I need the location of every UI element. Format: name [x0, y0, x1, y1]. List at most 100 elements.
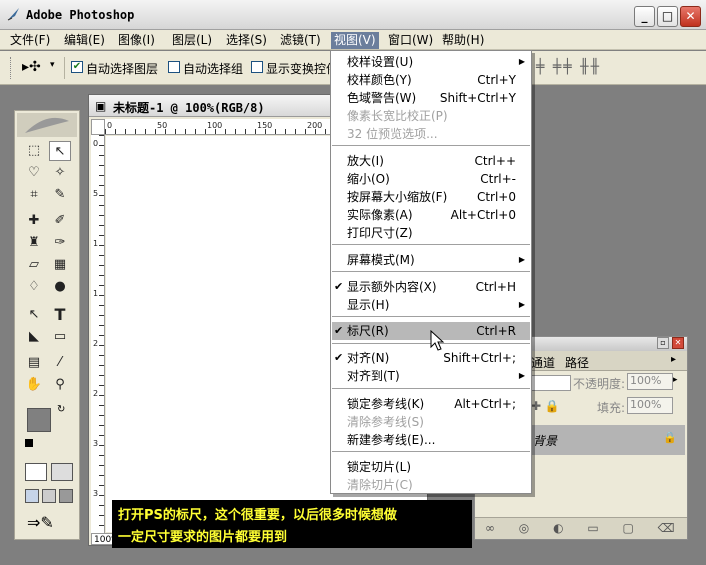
minimize-button[interactable]: _: [634, 6, 655, 27]
screen-mode-standard[interactable]: [25, 489, 39, 503]
menu-select[interactable]: 选择(S): [223, 32, 270, 49]
tab-channels[interactable]: 通道: [531, 354, 555, 371]
move-tool-icon[interactable]: ▸✣: [22, 59, 41, 75]
divider: [64, 57, 65, 79]
lasso-tool-icon[interactable]: ♡: [23, 163, 45, 183]
menu-gamut-warning[interactable]: 色域警告(W) Shift+Ctrl+Y: [332, 89, 530, 107]
menu-window[interactable]: 窗口(W): [385, 32, 436, 49]
menu-zoom-in[interactable]: 放大(I) Ctrl++: [332, 152, 530, 170]
photoshop-feather-icon: [7, 8, 19, 21]
annotation-line-2: 一定尺寸要求的图片都要用到: [118, 530, 288, 545]
menu-clear-guides: 清除参考线(S): [347, 415, 424, 429]
pen-tool-icon[interactable]: ◣: [23, 327, 45, 347]
menu-fit-screen[interactable]: 按屏幕大小缩放(F) Ctrl+0: [332, 188, 530, 206]
menu-screen-mode[interactable]: 屏幕模式(M) ▶: [332, 251, 530, 269]
zoom-tool-icon[interactable]: ⚲: [49, 375, 71, 395]
dodge-tool-icon[interactable]: ●: [49, 277, 71, 297]
document-title: 未标题-1 @ 100%(RGB/8): [113, 101, 265, 115]
swap-colors-icon[interactable]: ↻: [57, 404, 65, 415]
menu-show[interactable]: 显示(H) ▶: [332, 296, 530, 314]
menu-file[interactable]: 文件(F): [7, 32, 53, 49]
screen-mode-full-menu[interactable]: [42, 489, 56, 503]
menu-image[interactable]: 图像(I): [115, 32, 158, 49]
notes-tool-icon[interactable]: ▤: [23, 353, 45, 373]
crop-tool-icon[interactable]: ⌗: [23, 185, 45, 205]
imageready-jump-icon[interactable]: ⇒✎: [27, 513, 54, 532]
history-brush-icon[interactable]: ✑: [49, 233, 71, 253]
ruler-tick-label: 1: [93, 289, 99, 298]
panel-minimize-button[interactable]: ▫: [657, 337, 669, 349]
menu-zoom-out[interactable]: 缩小(O) Ctrl+-: [332, 170, 530, 188]
ruler-tick-label: 0: [93, 139, 99, 148]
menu-actual-pixels[interactable]: 实际像素(A) Alt+Ctrl+0: [332, 206, 530, 224]
blur-tool-icon[interactable]: ♢: [23, 277, 45, 297]
menu-extras[interactable]: ✔ 显示额外内容(X) Ctrl+H: [332, 278, 530, 296]
grip-handle[interactable]: [10, 57, 12, 79]
menu-edit[interactable]: 编辑(E): [61, 32, 108, 49]
eraser-tool-icon[interactable]: ▱: [23, 255, 45, 275]
screen-mode-full[interactable]: [59, 489, 73, 503]
magic-wand-icon[interactable]: ✧: [49, 163, 71, 183]
default-colors-icon[interactable]: [25, 439, 33, 447]
standard-mode-button[interactable]: [25, 463, 47, 481]
chevron-down-icon[interactable]: ▾: [50, 60, 55, 70]
move-tool-icon[interactable]: ↖: [49, 141, 71, 161]
menu-proof-colors[interactable]: 校样颜色(Y) Ctrl+Y: [332, 71, 530, 89]
menu-separator: [332, 244, 530, 245]
slice-tool-icon[interactable]: ✎: [49, 185, 71, 205]
menu-separator: [332, 145, 530, 146]
ruler-tick-label: 3: [93, 489, 99, 498]
show-transform-label: 显示变换控件: [266, 62, 330, 76]
menu-filter[interactable]: 滤镜(T): [277, 32, 324, 49]
menu-32bit-preview: 32 位预览选项...: [347, 127, 438, 141]
menu-bar: 文件(F) 编辑(E) 图像(I) 图层(L) 选择(S) 滤镜(T) 视图(V…: [0, 30, 706, 50]
gradient-tool-icon[interactable]: ▦: [49, 255, 71, 275]
path-select-icon[interactable]: ↖: [23, 305, 45, 325]
menu-separator: [332, 316, 530, 317]
auto-select-layer-checkbox[interactable]: ✔: [71, 61, 83, 73]
align-icons[interactable]: ╪ ╪╪ ╫╫: [536, 59, 601, 75]
toolbox-header: [17, 113, 77, 137]
show-transform-checkbox[interactable]: [251, 61, 263, 73]
ruler-tick-label: 2: [93, 339, 99, 348]
auto-select-group-checkbox[interactable]: [168, 61, 180, 73]
opacity-slider-arrow[interactable]: ▸: [673, 375, 678, 385]
fill-label: 填充:: [597, 401, 626, 415]
close-button[interactable]: ✕: [680, 6, 701, 27]
menu-lock-guides[interactable]: 锁定参考线(K) Alt+Ctrl+;: [332, 395, 530, 413]
menu-separator: [332, 388, 530, 389]
panel-menu-icon[interactable]: ▸: [671, 354, 676, 365]
menu-layer[interactable]: 图层(L): [169, 32, 215, 49]
panel-close-button[interactable]: ✕: [672, 337, 684, 349]
marquee-tool-icon[interactable]: ⬚: [23, 141, 45, 161]
menu-snap-to[interactable]: 对齐到(T) ▶: [332, 367, 530, 385]
menu-view[interactable]: 视图(V): [331, 32, 379, 49]
hand-tool-icon[interactable]: ✋: [23, 375, 45, 395]
stamp-tool-icon[interactable]: ♜: [23, 233, 45, 253]
eyedropper-icon[interactable]: ⁄: [49, 353, 71, 373]
fill-field[interactable]: 100%: [627, 397, 673, 414]
menu-separator: [332, 451, 530, 452]
menu-proof-setup[interactable]: 校样设置(U) ▶: [332, 53, 530, 71]
ruler-tick-label: 2: [93, 389, 99, 398]
menu-lock-slices[interactable]: 锁定切片(L): [332, 458, 530, 476]
menu-help[interactable]: 帮助(H): [439, 32, 487, 49]
vertical-ruler[interactable]: 0 5 1 1 2 2 3 3: [91, 135, 105, 533]
quickmask-mode-button[interactable]: [51, 463, 73, 481]
healing-tool-icon[interactable]: ✚: [23, 211, 45, 231]
menu-print-size[interactable]: 打印尺寸(Z): [332, 224, 530, 242]
layer-action-icons[interactable]: ∞ ◎ ◐ ▭ ▢ ⌫: [485, 521, 685, 535]
ruler-origin[interactable]: [91, 119, 105, 135]
lock-icons[interactable]: ✚ 🔒: [531, 399, 560, 413]
menu-new-guide[interactable]: 新建参考线(E)...: [332, 431, 530, 449]
window-title: Adobe Photoshop: [26, 8, 135, 22]
opacity-field[interactable]: 100%: [627, 373, 673, 390]
type-tool-icon[interactable]: T: [49, 305, 71, 325]
tab-paths[interactable]: 路径: [565, 354, 589, 371]
blend-mode-select[interactable]: [531, 375, 571, 391]
maximize-button[interactable]: □: [657, 6, 678, 27]
foreground-color-swatch[interactable]: [27, 408, 51, 432]
brush-tool-icon[interactable]: ✐: [49, 211, 71, 231]
layer-row-background[interactable]: 背景 🔒: [513, 425, 685, 455]
shape-tool-icon[interactable]: ▭: [49, 327, 71, 347]
